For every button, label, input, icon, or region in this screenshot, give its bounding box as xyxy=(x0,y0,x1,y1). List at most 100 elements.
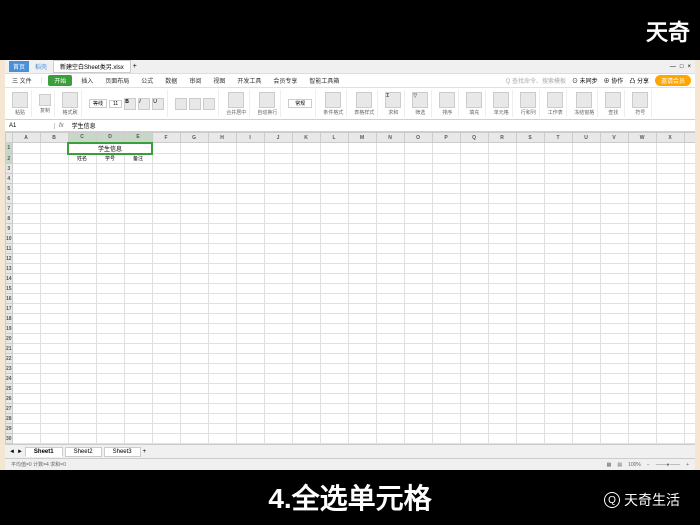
cell-Q15[interactable] xyxy=(460,284,488,294)
cell-style-icon[interactable] xyxy=(356,92,372,108)
cell-H26[interactable] xyxy=(208,394,236,404)
cell-W4[interactable] xyxy=(628,174,656,184)
cell-W24[interactable] xyxy=(628,374,656,384)
docer-tab[interactable]: 稻壳 xyxy=(31,62,51,71)
cell-W2[interactable] xyxy=(628,154,656,164)
cell-G15[interactable] xyxy=(180,284,208,294)
cell-U23[interactable] xyxy=(572,364,600,374)
cell-N10[interactable] xyxy=(376,234,404,244)
tab-formula[interactable]: 公式 xyxy=(138,75,156,86)
cell-A16[interactable] xyxy=(12,294,40,304)
cell-A11[interactable] xyxy=(12,244,40,254)
cell-X22[interactable] xyxy=(656,354,684,364)
font-size-select[interactable]: 11 xyxy=(109,100,122,108)
document-tab[interactable]: 新建空白Sheet类另.xlsx xyxy=(53,60,131,73)
cell-J15[interactable] xyxy=(264,284,292,294)
cell-V30[interactable] xyxy=(600,434,628,444)
cell-U8[interactable] xyxy=(572,214,600,224)
tab-member[interactable]: 会员专享 xyxy=(270,75,300,86)
cell-H31[interactable] xyxy=(208,444,236,445)
cell-C30[interactable] xyxy=(68,434,96,444)
align-right-icon[interactable] xyxy=(203,98,215,110)
cell-R3[interactable] xyxy=(488,164,516,174)
cell-X13[interactable] xyxy=(656,264,684,274)
cell-O22[interactable] xyxy=(404,354,432,364)
cell-H20[interactable] xyxy=(208,334,236,344)
cell-S16[interactable] xyxy=(516,294,544,304)
cell-E20[interactable] xyxy=(124,334,152,344)
cell-M22[interactable] xyxy=(348,354,376,364)
cell-Y11[interactable] xyxy=(684,244,695,254)
cell-J2[interactable] xyxy=(264,154,292,164)
cell-R18[interactable] xyxy=(488,314,516,324)
cell-N28[interactable] xyxy=(376,414,404,424)
cell-U21[interactable] xyxy=(572,344,600,354)
cell-O20[interactable] xyxy=(404,334,432,344)
cell-D23[interactable] xyxy=(96,364,124,374)
cell-I24[interactable] xyxy=(236,374,264,384)
cell-C22[interactable] xyxy=(68,354,96,364)
cell-V20[interactable] xyxy=(600,334,628,344)
cell-H4[interactable] xyxy=(208,174,236,184)
member-button[interactable]: 邀请会员 xyxy=(655,75,691,86)
cell-Q7[interactable] xyxy=(460,204,488,214)
cell-U25[interactable] xyxy=(572,384,600,394)
cell-F27[interactable] xyxy=(152,404,180,414)
cell-J19[interactable] xyxy=(264,324,292,334)
cell-J6[interactable] xyxy=(264,194,292,204)
col-header-V[interactable]: V xyxy=(600,133,628,143)
cell-Y14[interactable] xyxy=(684,274,695,284)
cell-A28[interactable] xyxy=(12,414,40,424)
cell-G7[interactable] xyxy=(180,204,208,214)
cell-J8[interactable] xyxy=(264,214,292,224)
cell-F4[interactable] xyxy=(152,174,180,184)
cell-G26[interactable] xyxy=(180,394,208,404)
cell-T7[interactable] xyxy=(544,204,572,214)
cell-Q31[interactable] xyxy=(460,444,488,445)
cell-N9[interactable] xyxy=(376,224,404,234)
cell-P31[interactable] xyxy=(432,444,460,445)
cell-A30[interactable] xyxy=(12,434,40,444)
cell-K18[interactable] xyxy=(292,314,320,324)
cell-X19[interactable] xyxy=(656,324,684,334)
cell-Y7[interactable] xyxy=(684,204,695,214)
cell-I19[interactable] xyxy=(236,324,264,334)
cell-Y19[interactable] xyxy=(684,324,695,334)
cell-Y4[interactable] xyxy=(684,174,695,184)
cell-N26[interactable] xyxy=(376,394,404,404)
cell-A31[interactable] xyxy=(12,444,40,445)
cell-K30[interactable] xyxy=(292,434,320,444)
cell-O25[interactable] xyxy=(404,384,432,394)
cell-A29[interactable] xyxy=(12,424,40,434)
cell-Q27[interactable] xyxy=(460,404,488,414)
cell-H22[interactable] xyxy=(208,354,236,364)
cell-T12[interactable] xyxy=(544,254,572,264)
cell-E28[interactable] xyxy=(124,414,152,424)
cell-Y28[interactable] xyxy=(684,414,695,424)
cell-U2[interactable] xyxy=(572,154,600,164)
cell-F7[interactable] xyxy=(152,204,180,214)
cell-B19[interactable] xyxy=(40,324,68,334)
cell-G22[interactable] xyxy=(180,354,208,364)
cell-N1[interactable] xyxy=(376,143,404,154)
cell-T17[interactable] xyxy=(544,304,572,314)
cell-X10[interactable] xyxy=(656,234,684,244)
cell-H25[interactable] xyxy=(208,384,236,394)
cell-F29[interactable] xyxy=(152,424,180,434)
cell-I10[interactable] xyxy=(236,234,264,244)
cell-H17[interactable] xyxy=(208,304,236,314)
cell-V9[interactable] xyxy=(600,224,628,234)
cell-L31[interactable] xyxy=(320,444,348,445)
cell-I31[interactable] xyxy=(236,444,264,445)
cell-S28[interactable] xyxy=(516,414,544,424)
cell-X7[interactable] xyxy=(656,204,684,214)
cell-J28[interactable] xyxy=(264,414,292,424)
cell-S19[interactable] xyxy=(516,324,544,334)
cell-R1[interactable] xyxy=(488,143,516,154)
cell-Q16[interactable] xyxy=(460,294,488,304)
cell-J18[interactable] xyxy=(264,314,292,324)
cell-K16[interactable] xyxy=(292,294,320,304)
cell-F2[interactable] xyxy=(152,154,180,164)
cell-G3[interactable] xyxy=(180,164,208,174)
cell-S25[interactable] xyxy=(516,384,544,394)
